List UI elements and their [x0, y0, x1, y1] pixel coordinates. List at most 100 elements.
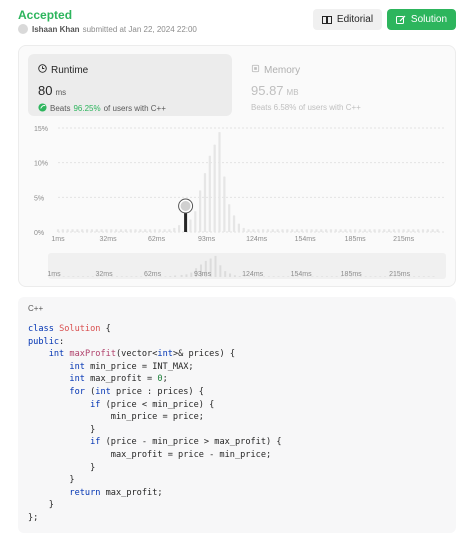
- histogram-bar: [426, 229, 429, 232]
- histogram-bar: [402, 229, 405, 232]
- overview-bar: [86, 276, 89, 277]
- user-marker-avatar: [180, 201, 191, 211]
- overview-bar: [335, 276, 338, 277]
- overview-bar: [432, 276, 435, 277]
- histogram-bar: [266, 229, 270, 232]
- histogram-bar: [199, 190, 202, 232]
- histogram-bar: [223, 176, 226, 232]
- your-runtime-bar: [184, 212, 188, 232]
- overview-tick-label: 185ms: [341, 271, 363, 278]
- histogram-bar: [173, 227, 176, 232]
- histogram-bar: [144, 229, 147, 232]
- histogram-bar: [134, 229, 137, 232]
- histogram-bar: [163, 229, 166, 232]
- overview-bar: [62, 276, 65, 277]
- histogram-bar: [291, 229, 294, 232]
- runtime-distribution-chart[interactable]: 15% 10% 5% 0% 1ms 32ms 62ms 93ms 124ms 154ms 185ms…: [0, 0, 474, 300]
- histogram-bar: [85, 229, 89, 232]
- histogram-bar: [66, 229, 69, 232]
- histogram-bar: [90, 229, 94, 232]
- histogram-bar: [344, 229, 347, 232]
- code-panel: C++ class Solution { public: int maxProf…: [18, 297, 456, 533]
- overview-bar: [267, 276, 270, 277]
- overview-bar: [379, 276, 382, 277]
- overview-bar: [185, 274, 188, 277]
- histogram-bar: [189, 219, 192, 232]
- histogram-bar: [218, 132, 221, 232]
- overview-tick-label: 154ms: [291, 271, 313, 278]
- histogram-bar: [56, 229, 60, 232]
- histogram-bar: [281, 229, 284, 232]
- overview-bar: [287, 276, 290, 277]
- histogram-bar: [324, 229, 328, 232]
- overview-bar: [224, 271, 227, 277]
- x-tick-label: 32ms: [100, 236, 118, 243]
- histogram-bar: [320, 229, 323, 232]
- overview-bar: [115, 276, 118, 277]
- overview-bar: [325, 276, 328, 277]
- histogram-bar: [276, 229, 279, 232]
- histogram-bar: [363, 229, 366, 232]
- overview-bar: [130, 276, 133, 277]
- overview-bar: [77, 276, 80, 277]
- histogram-bar: [407, 229, 410, 232]
- histogram-bar: [378, 229, 381, 232]
- x-tick-label: 93ms: [198, 236, 216, 243]
- histogram-bar: [354, 229, 357, 232]
- histogram-bar: [237, 223, 241, 232]
- x-tick-label: 185ms: [345, 236, 367, 243]
- histogram-bar: [110, 229, 113, 232]
- histogram-bar: [178, 225, 181, 232]
- histogram-bar: [139, 229, 142, 232]
- overview-bar: [369, 276, 372, 277]
- histogram-bar: [194, 211, 197, 232]
- histogram-bar: [228, 204, 231, 232]
- histogram-bar: [329, 229, 333, 232]
- histogram-bar: [148, 229, 152, 232]
- overview-bar: [169, 276, 172, 277]
- overview-bar: [262, 276, 265, 277]
- histogram-bar: [81, 229, 84, 232]
- overview-bar: [140, 276, 143, 277]
- histogram-bar: [368, 229, 371, 232]
- overview-bar: [374, 276, 377, 277]
- code-block[interactable]: class Solution { public: int maxProfit(v…: [28, 323, 282, 525]
- x-tick-label: 154ms: [295, 236, 317, 243]
- overview-bar: [282, 276, 285, 277]
- histogram-bar: [168, 229, 171, 232]
- overview-bar: [135, 276, 138, 277]
- histogram-bar: [61, 229, 64, 232]
- overview-bar: [180, 274, 183, 277]
- x-tick-label: 1ms: [51, 236, 65, 243]
- overview-bar: [174, 275, 177, 277]
- overview-bar: [364, 276, 367, 277]
- overview-tick-label: 62ms: [144, 271, 162, 278]
- histogram-bar: [153, 229, 157, 232]
- overview-bar: [422, 276, 425, 277]
- histogram-bar: [95, 229, 98, 232]
- histogram-bar: [232, 215, 236, 232]
- overview-bar: [82, 276, 85, 277]
- overview-bar: [72, 276, 75, 277]
- histogram-bar: [252, 229, 255, 232]
- y-tick-label: 15%: [34, 126, 48, 133]
- y-tick-label: 5%: [34, 195, 44, 202]
- overview-bar: [164, 276, 167, 277]
- overview-bar: [316, 276, 319, 277]
- histogram-bar: [417, 229, 420, 232]
- histogram-bar: [373, 229, 376, 232]
- histogram-bar: [208, 155, 211, 232]
- overview-bar: [229, 273, 232, 277]
- y-tick-label: 10%: [34, 161, 48, 168]
- overview-bar: [418, 276, 421, 277]
- overview-tick-label: 1ms: [47, 271, 61, 278]
- histogram-bar: [124, 229, 127, 232]
- histogram-bar: [383, 229, 386, 232]
- overview-bar: [67, 276, 70, 277]
- overview-bar: [272, 276, 275, 277]
- overview-bar: [233, 275, 236, 277]
- overview-bar: [427, 276, 430, 277]
- overview-bar: [321, 276, 324, 277]
- histogram-bar: [421, 229, 425, 232]
- overview-bar: [413, 276, 416, 277]
